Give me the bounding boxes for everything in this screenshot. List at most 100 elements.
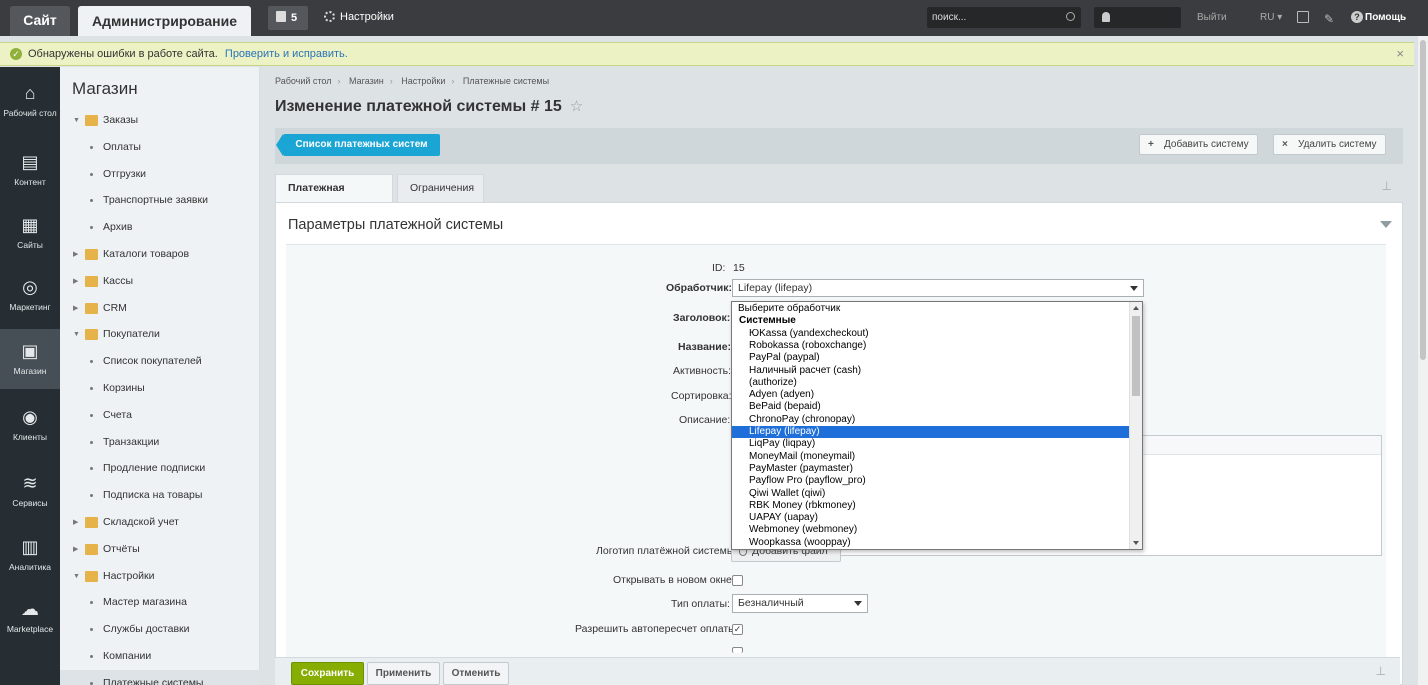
dropdown-option[interactable]: RBK Money (rbkmoney): [732, 500, 1130, 512]
pin-icon[interactable]: ⊥: [1376, 664, 1386, 678]
tree-folder[interactable]: ▶ Каталоги товаров: [60, 241, 260, 268]
site-tab[interactable]: Сайт: [10, 6, 70, 36]
expand-right-icon[interactable]: ▶: [73, 241, 78, 268]
dropdown-scrollbar[interactable]: [1129, 302, 1142, 549]
dropdown-option[interactable]: LiqPay (liqpay): [732, 438, 1130, 450]
close-icon[interactable]: ×: [1396, 43, 1404, 65]
delete-system-button[interactable]: × Удалить систему: [1273, 134, 1386, 155]
menu-analytics[interactable]: ▥ Аналитика: [0, 525, 60, 585]
menu-content[interactable]: ▤ Контент: [0, 140, 60, 200]
dropdown-option[interactable]: UAPAY (uapay): [732, 512, 1130, 524]
bullet-icon: [90, 440, 93, 444]
help-link[interactable]: ? Помощь: [1351, 11, 1406, 23]
tree-folder[interactable]: ▼ Покупатели: [60, 321, 260, 348]
expand-right-icon[interactable]: ▶: [73, 509, 78, 536]
dropdown-option[interactable]: Adyen (adyen): [732, 389, 1130, 401]
tree-folder[interactable]: ▶ Кассы: [60, 268, 260, 295]
add-system-button[interactable]: + Добавить систему: [1139, 134, 1258, 155]
tree-subitem[interactable]: Подписка на товары: [60, 482, 260, 509]
tree-folder[interactable]: ▶ CRM: [60, 295, 260, 322]
expand-right-icon[interactable]: ▶: [73, 536, 78, 563]
tree-subitem[interactable]: Архив: [60, 214, 260, 241]
dropdown-option[interactable]: Lifepay (lifepay): [732, 426, 1130, 439]
menu-label: Аналитика: [8, 562, 52, 572]
breadcrumb-item[interactable]: Платежные системы: [463, 76, 549, 86]
language-selector[interactable]: RU ▾: [1260, 12, 1282, 23]
expand-down-icon[interactable]: ▼: [73, 107, 80, 134]
menu-services[interactable]: ≋ Сервисы: [0, 461, 60, 521]
page-scrollbar[interactable]: [1418, 36, 1428, 685]
dropdown-option[interactable]: PayMaster (paymaster): [732, 463, 1130, 475]
tree-subitem[interactable]: Продление подписки: [60, 455, 260, 482]
pin-icon[interactable]: ✎: [1324, 12, 1334, 26]
search-icon[interactable]: [1066, 12, 1075, 21]
menu-marketplace[interactable]: ☁ Marketplace: [0, 587, 60, 647]
tree-subitem[interactable]: Компании: [60, 643, 260, 670]
dropdown-option[interactable]: Наличный расчет (cash): [732, 365, 1130, 377]
apply-button[interactable]: Применить: [367, 662, 440, 685]
dropdown-option[interactable]: Robokassa (roboxchange): [732, 340, 1130, 352]
menu-shop[interactable]: ▣ Магазин: [0, 329, 60, 389]
tree-subitem[interactable]: Корзины: [60, 375, 260, 402]
settings-link[interactable]: Настройки: [324, 11, 394, 23]
dropdown-option[interactable]: BePaid (bepaid): [732, 401, 1130, 413]
cancel-button[interactable]: Отменить: [443, 662, 509, 685]
tree-subitem[interactable]: Отгрузки: [60, 161, 260, 188]
search-input[interactable]: поиск...: [927, 7, 1081, 28]
expand-right-icon[interactable]: ▶: [73, 268, 78, 295]
tree-folder[interactable]: ▼ Заказы: [60, 107, 260, 134]
expand-down-icon[interactable]: ▼: [73, 321, 80, 348]
breadcrumb-item[interactable]: Настройки: [401, 76, 445, 86]
tree-subitem[interactable]: Транспортные заявки: [60, 187, 260, 214]
tree-subitem[interactable]: Список покупателей: [60, 348, 260, 375]
dropdown-option[interactable]: MoneyMail (moneymail): [732, 451, 1130, 463]
breadcrumb-item[interactable]: Рабочий стол: [275, 76, 332, 86]
dropdown-option[interactable]: ЮKassa (yandexcheckout): [732, 328, 1130, 340]
tree-subitem[interactable]: Мастер магазина: [60, 589, 260, 616]
tree-folder[interactable]: ▼ Настройки: [60, 563, 260, 590]
auto-recalc-checkbox[interactable]: ✓: [732, 624, 743, 635]
dropdown-option[interactable]: Webmoney (webmoney): [732, 524, 1130, 536]
next-checkbox[interactable]: [732, 647, 743, 653]
tab-payment-system[interactable]: Платежная система: [275, 174, 393, 220]
handler-select[interactable]: Lifepay (lifepay): [732, 279, 1144, 297]
admin-tab[interactable]: Администрирование: [78, 6, 251, 36]
window-icon[interactable]: [1297, 11, 1309, 23]
tree-subitem[interactable]: Счета: [60, 402, 260, 429]
menu-clients[interactable]: ◉ Клиенты: [0, 395, 60, 455]
logout-link[interactable]: Выйти: [1197, 12, 1227, 23]
new-window-checkbox[interactable]: [732, 575, 743, 586]
save-button[interactable]: Сохранить: [291, 662, 364, 685]
payment-systems-list-button[interactable]: Список платежных систем: [276, 134, 440, 156]
dropdown-option[interactable]: Payflow Pro (payflow_pro): [732, 475, 1130, 487]
user-menu[interactable]: [1094, 7, 1181, 28]
dropdown-option[interactable]: Выберите обработчик: [732, 303, 1130, 315]
pin-icon[interactable]: ⊥: [1382, 179, 1392, 193]
breadcrumb-item[interactable]: Магазин: [349, 76, 384, 86]
tree-subitem[interactable]: Платежные системы: [60, 669, 260, 685]
menu-marketing[interactable]: ◎ Маркетинг: [0, 265, 60, 325]
tree-folder[interactable]: ▶ Отчёты: [60, 536, 260, 563]
menu-desktop[interactable]: ⌂ Рабочий стол: [0, 71, 60, 131]
notification-icon: [276, 11, 286, 22]
expand-down-icon[interactable]: ▼: [73, 563, 80, 590]
expand-right-icon[interactable]: ▶: [73, 295, 78, 322]
tree-item-label: Службы доставки: [103, 623, 190, 636]
dropdown-option[interactable]: ChronoPay (chronopay): [732, 414, 1130, 426]
fix-link[interactable]: Проверить и исправить.: [225, 48, 348, 60]
tree-subitem[interactable]: Оплаты: [60, 134, 260, 161]
tree-subitem[interactable]: Службы доставки: [60, 616, 260, 643]
dropdown-option[interactable]: Qiwi Wallet (qiwi): [732, 488, 1130, 500]
menu-sites[interactable]: ▦ Сайты: [0, 203, 60, 263]
pay-type-select[interactable]: Безналичный: [732, 594, 868, 613]
tree-subitem[interactable]: Транзакции: [60, 429, 260, 456]
dropdown-option[interactable]: PayPal (paypal): [732, 352, 1130, 364]
collapse-icon[interactable]: [1380, 221, 1392, 228]
tab-restrictions[interactable]: Ограничения: [397, 174, 484, 202]
dropdown-option[interactable]: Woopkassa (wooppay): [732, 537, 1130, 549]
star-icon[interactable]: ☆: [570, 98, 583, 115]
handler-dropdown-list[interactable]: Выберите обработчик Системные ЮKassa (yand…: [731, 301, 1143, 550]
tree-folder[interactable]: ▶ Складской учет: [60, 509, 260, 536]
notifications-button[interactable]: 5: [268, 6, 308, 30]
dropdown-option[interactable]: (authorize): [732, 377, 1130, 389]
